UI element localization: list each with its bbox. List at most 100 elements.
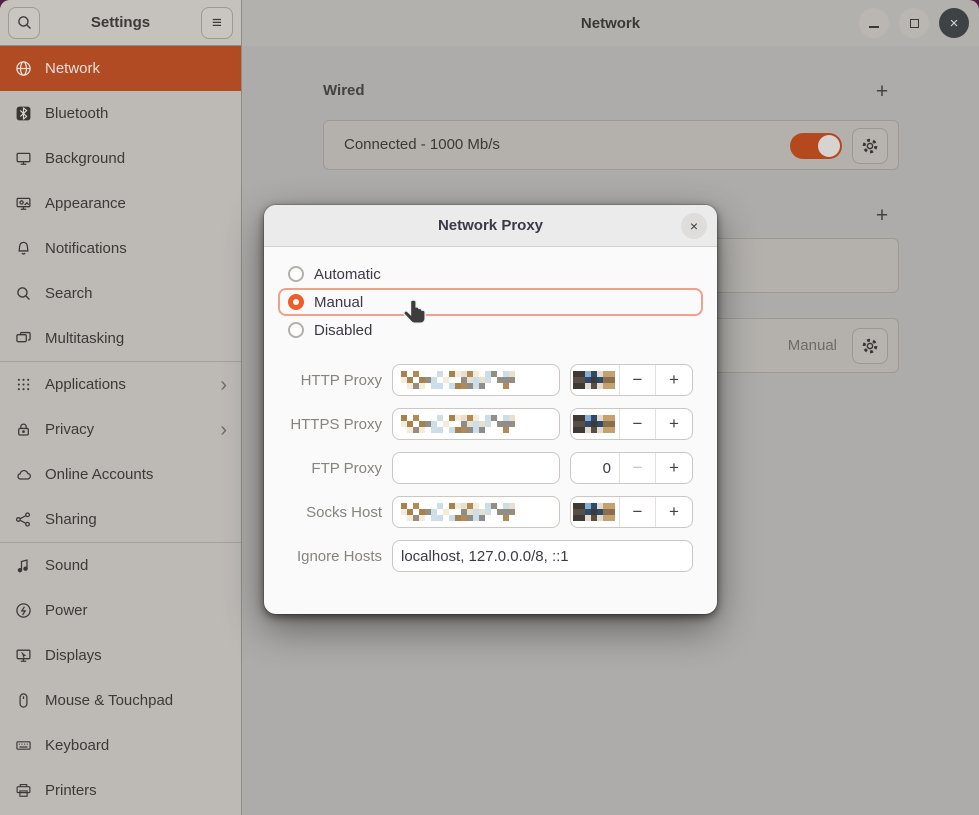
sidebar-item-sound[interactable]: Sound <box>0 543 241 588</box>
increment-button[interactable]: + <box>656 409 692 439</box>
search-button[interactable] <box>8 7 40 39</box>
proxy-mode-disabled[interactable]: Disabled <box>278 316 703 344</box>
redacted-value <box>401 415 515 433</box>
proxy-settings-button[interactable] <box>852 328 888 364</box>
background-icon <box>15 150 32 167</box>
http-proxy-label: HTTP Proxy <box>280 372 382 389</box>
magnifier-icon <box>15 285 32 302</box>
decrement-button[interactable]: − <box>620 365 656 395</box>
sidebar-item-online-accounts[interactable]: Online Accounts <box>0 452 241 497</box>
ignore-hosts-label: Ignore Hosts <box>280 548 382 565</box>
note-icon <box>15 557 32 574</box>
minimize-icon <box>869 26 879 28</box>
radio-label: Disabled <box>314 322 372 339</box>
sidebar-item-network[interactable]: Network <box>0 46 241 91</box>
http-port-spinner[interactable]: − + <box>570 364 693 396</box>
ftp-port-spinner[interactable]: 0 − + <box>570 452 693 484</box>
main-headerbar: Network × <box>242 0 979 46</box>
increment-button[interactable]: + <box>656 497 692 527</box>
display-icon <box>15 647 32 664</box>
sidebar-item-displays[interactable]: Displays <box>0 633 241 678</box>
gear-icon <box>860 136 880 156</box>
redacted-value <box>401 371 515 389</box>
proxy-form: HTTP Proxy − + HTTPS Proxy − + <box>280 364 703 572</box>
wired-connection-row[interactable]: Connected - 1000 Mb/s <box>323 120 899 170</box>
https-proxy-input[interactable] <box>392 408 560 440</box>
close-icon: × <box>950 16 959 31</box>
sidebar-item-power[interactable]: Power <box>0 588 241 633</box>
radio-label: Automatic <box>314 266 381 283</box>
https-proxy-label: HTTPS Proxy <box>280 416 382 433</box>
ftp-proxy-label: FTP Proxy <box>280 460 382 477</box>
bell-icon <box>15 240 32 257</box>
power-icon <box>15 602 32 619</box>
sidebar: Settings ≡ Network Bluetooth Background … <box>0 0 242 815</box>
sidebar-item-keyboard[interactable]: Keyboard <box>0 723 241 768</box>
dialog-close-button[interactable]: × <box>681 213 707 239</box>
dialog-headerbar: Network Proxy × <box>264 205 717 247</box>
sidebar-item-applications[interactable]: Applications › <box>0 362 241 407</box>
keyboard-icon <box>15 737 32 754</box>
sidebar-item-multitasking[interactable]: Multitasking <box>0 316 241 361</box>
sidebar-item-mouse-touchpad[interactable]: Mouse & Touchpad <box>0 678 241 723</box>
increment-button[interactable]: + <box>656 453 692 483</box>
cloud-icon <box>15 466 32 483</box>
sidebar-headerbar: Settings ≡ <box>0 0 241 46</box>
ftp-port-value: 0 <box>571 453 620 483</box>
add-wired-connection-button[interactable]: + <box>870 80 894 104</box>
radio-icon <box>288 322 304 338</box>
socks-port-value <box>571 497 620 527</box>
hamburger-icon: ≡ <box>212 13 222 33</box>
sidebar-item-background[interactable]: Background <box>0 136 241 181</box>
sidebar-item-appearance[interactable]: Appearance <box>0 181 241 226</box>
close-window-button[interactable]: × <box>939 8 969 38</box>
proxy-mode-automatic[interactable]: Automatic <box>278 260 703 288</box>
appearance-icon <box>15 195 32 212</box>
ftp-proxy-input[interactable] <box>392 452 560 484</box>
https-port-spinner[interactable]: − + <box>570 408 693 440</box>
minimize-button[interactable] <box>859 8 889 38</box>
ignore-hosts-input[interactable]: localhost, 127.0.0.0/8, ::1 <box>392 540 693 572</box>
mouse-cursor <box>402 298 432 332</box>
mouse-icon <box>15 692 32 709</box>
sidebar-item-bluetooth[interactable]: Bluetooth <box>0 91 241 136</box>
wired-status: Connected - 1000 Mb/s <box>344 136 500 153</box>
redacted-value <box>573 415 615 433</box>
http-proxy-input[interactable] <box>392 364 560 396</box>
http-port-value <box>571 365 620 395</box>
proxy-method-value: Manual <box>788 337 837 354</box>
globe-icon <box>15 60 32 77</box>
main-menu-button[interactable]: ≡ <box>201 7 233 39</box>
radio-label: Manual <box>314 294 363 311</box>
wired-toggle[interactable] <box>790 133 842 159</box>
sidebar-item-sharing[interactable]: Sharing <box>0 497 241 542</box>
radio-checked-icon <box>288 294 304 310</box>
chevron-right-icon: › <box>220 420 241 440</box>
decrement-button[interactable]: − <box>620 453 656 483</box>
redacted-value <box>573 371 615 389</box>
socks-host-input[interactable] <box>392 496 560 528</box>
sidebar-item-search[interactable]: Search <box>0 271 241 316</box>
radio-icon <box>288 266 304 282</box>
https-port-value <box>571 409 620 439</box>
share-icon <box>15 511 32 528</box>
increment-button[interactable]: + <box>656 365 692 395</box>
proxy-mode-group: Automatic Manual Disabled <box>278 260 703 344</box>
decrement-button[interactable]: − <box>620 497 656 527</box>
sidebar-item-printers[interactable]: Printers <box>0 768 241 813</box>
chevron-right-icon: › <box>220 375 241 395</box>
socks-port-spinner[interactable]: − + <box>570 496 693 528</box>
add-vpn-button[interactable]: + <box>870 204 894 228</box>
page-title: Network <box>581 15 640 32</box>
dialog-body: Automatic Manual Disabled HTTP Proxy <box>264 247 717 572</box>
window-controls: × <box>859 8 969 38</box>
sidebar-item-privacy[interactable]: Privacy › <box>0 407 241 452</box>
wired-settings-button[interactable] <box>852 128 888 164</box>
dialog-title: Network Proxy <box>438 217 543 234</box>
maximize-button[interactable] <box>899 8 929 38</box>
sidebar-item-notifications[interactable]: Notifications <box>0 226 241 271</box>
decrement-button[interactable]: − <box>620 409 656 439</box>
proxy-mode-manual[interactable]: Manual <box>278 288 703 316</box>
search-icon <box>16 14 33 31</box>
sidebar-list: Network Bluetooth Background Appearance … <box>0 46 241 813</box>
